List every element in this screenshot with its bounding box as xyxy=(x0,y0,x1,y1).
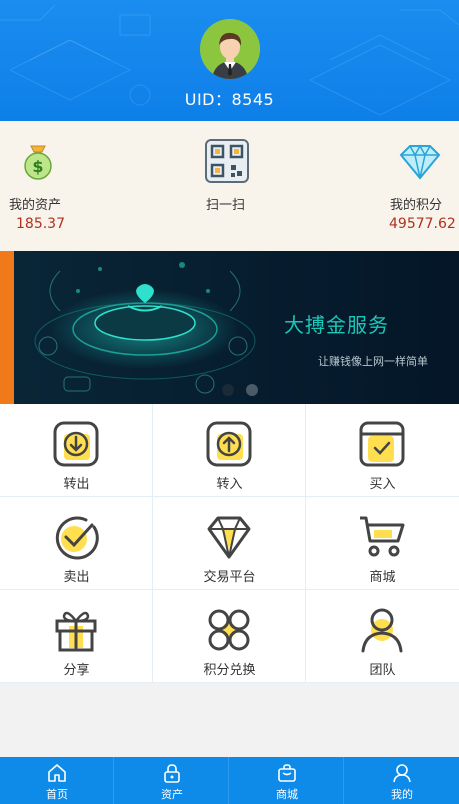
menu-label: 买入 xyxy=(369,477,396,492)
arrow-up-icon xyxy=(206,421,252,467)
menu-item-buy[interactable]: 买入 xyxy=(306,404,459,497)
tab-mall[interactable]: 商城 xyxy=(230,757,344,804)
user-id: UID：8545 xyxy=(184,90,275,109)
checked-box-icon xyxy=(359,421,405,467)
menu-item-points-exchange[interactable]: 积分兑换 xyxy=(153,590,306,683)
menu-label: 交易平台 xyxy=(203,570,256,585)
tab-label: 资产 xyxy=(161,788,183,801)
menu-label: 转出 xyxy=(63,477,90,492)
stat-scan[interactable]: 扫一扫 xyxy=(190,121,270,251)
menu-item-sell[interactable]: 卖出 xyxy=(0,497,153,590)
cart-icon xyxy=(360,516,405,557)
tab-assets[interactable]: 资产 xyxy=(115,757,229,804)
money-bag-icon: $ xyxy=(24,145,52,180)
banner-artwork xyxy=(0,251,459,404)
home-icon xyxy=(48,764,66,782)
bottom-tab-bar: 首页 资产 商城 我的 xyxy=(0,757,459,804)
diamond-outline-icon xyxy=(207,516,251,559)
menu-item-transfer-in[interactable]: 转入 xyxy=(153,404,306,497)
stats-bar: $ 我的资产 185.37 扫一扫 我的积分 49577.62 xyxy=(0,121,459,251)
carousel-dot-2[interactable] xyxy=(246,384,258,396)
tab-label: 商城 xyxy=(276,788,298,801)
banner-title: 大搏金服务 xyxy=(284,313,389,337)
clover-icon xyxy=(208,609,250,651)
banner-subtitle: 让赚钱像上网一样简单 xyxy=(318,355,428,368)
stat-points[interactable]: 我的积分 49577.62 xyxy=(380,121,459,251)
menu-label: 转入 xyxy=(216,477,243,492)
diamond-icon xyxy=(399,144,441,180)
tab-mine[interactable]: 我的 xyxy=(345,757,459,804)
promo-banner[interactable]: 大搏金服务 让赚钱像上网一样简单 xyxy=(0,251,459,404)
menu-item-transfer-out[interactable]: 转出 xyxy=(0,404,153,497)
tab-label: 我的 xyxy=(391,788,413,801)
user-icon xyxy=(361,608,403,653)
menu-label: 商城 xyxy=(369,570,396,585)
menu-item-mall[interactable]: 商城 xyxy=(306,497,459,590)
menu-label: 卖出 xyxy=(63,570,90,585)
stat-points-value: 49577.62 xyxy=(389,216,456,232)
menu-label: 积分兑换 xyxy=(203,663,256,678)
tab-home[interactable]: 首页 xyxy=(0,757,114,804)
avatar-portrait-icon xyxy=(200,19,260,79)
lock-icon xyxy=(164,764,180,783)
arrow-down-icon xyxy=(53,421,99,467)
check-circle-icon xyxy=(55,516,99,560)
tab-label: 首页 xyxy=(46,788,68,801)
bag-icon xyxy=(278,764,296,782)
svg-text:$: $ xyxy=(32,157,43,176)
menu-item-team[interactable]: 团队 xyxy=(306,590,459,683)
stat-assets-value: 185.37 xyxy=(16,216,65,232)
menu-item-share[interactable]: 分享 xyxy=(0,590,153,683)
menu-item-trading-platform[interactable]: 交易平台 xyxy=(153,497,306,590)
qr-code-icon xyxy=(205,139,249,183)
stat-assets[interactable]: $ 我的资产 185.37 xyxy=(0,121,80,251)
menu-label: 分享 xyxy=(63,663,90,678)
avatar[interactable] xyxy=(200,19,260,79)
person-icon xyxy=(393,764,411,783)
carousel-dot-1[interactable] xyxy=(222,384,234,396)
feature-grid: 转出 转入 买入 卖出 交易平台 商城 分享 积分兑换 团队 xyxy=(0,404,459,683)
stat-points-label: 我的积分 xyxy=(390,198,443,213)
stat-scan-label: 扫一扫 xyxy=(206,198,246,213)
menu-label: 团队 xyxy=(369,663,396,678)
gift-icon xyxy=(55,611,97,652)
stat-assets-label: 我的资产 xyxy=(9,198,62,213)
profile-header: UID：8545 xyxy=(0,0,459,121)
